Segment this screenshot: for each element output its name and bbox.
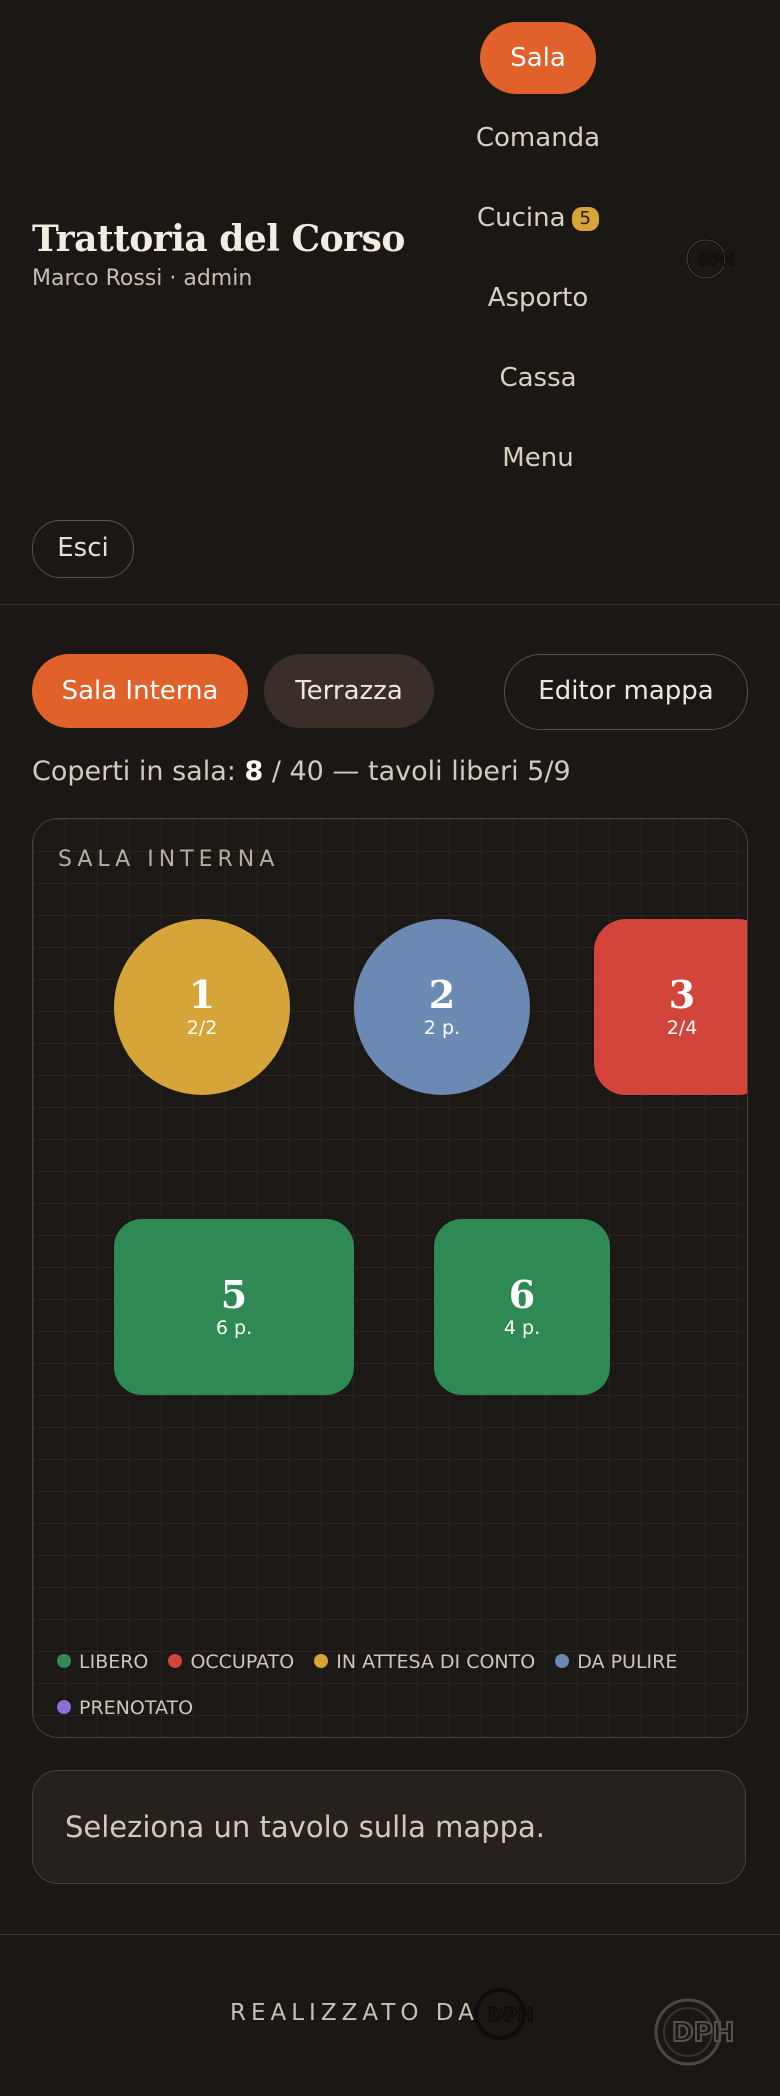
table-3[interactable]: 3 2/4 — [594, 919, 747, 1095]
table-seats: 4 p. — [503, 1317, 541, 1339]
table-number: 3 — [668, 972, 696, 1017]
nav-item-comanda[interactable]: Comanda — [438, 102, 638, 174]
table-number: 1 — [188, 972, 216, 1017]
status-dot-icon — [555, 1653, 570, 1668]
map-editor-button[interactable]: Editor mappa — [504, 654, 748, 730]
status-legend: LIBERO OCCUPATO IN ATTESA DI CONTO DA PU… — [57, 1639, 727, 1731]
nav-item-label: Comanda — [475, 123, 601, 153]
dph-logo-icon: DPH — [685, 238, 735, 280]
svg-text:DPH: DPH — [488, 2004, 534, 2026]
nav-item-sala[interactable]: Sala — [438, 22, 638, 94]
nav-item-label: Cucina — [476, 203, 566, 233]
table-1[interactable]: 1 2/2 — [114, 919, 290, 1095]
legend-label: OCCUPATO — [190, 1651, 295, 1673]
dph-watermark-icon: DPH — [654, 1998, 735, 2066]
legend-label: PRENOTATO — [79, 1697, 194, 1719]
floor-map: SALA INTERNA 1 2/2 2 2 p. 3 2/4 5 6 p. 6… — [32, 818, 748, 1738]
legend-label: IN ATTESA DI CONTO — [336, 1651, 536, 1673]
table-5[interactable]: 5 6 p. — [114, 1219, 354, 1395]
restaurant-name: Trattoria del Corso — [32, 218, 405, 260]
legend-label: LIBERO — [79, 1651, 149, 1673]
legend-label: DA PULIRE — [577, 1651, 678, 1673]
nav-item-asporto[interactable]: Asporto — [438, 262, 638, 334]
room-tabs: Sala Interna Terrazza Editor mappa — [32, 654, 748, 730]
footer-credit: REALIZZATO DA — [230, 2000, 479, 2026]
table-number: 5 — [220, 1272, 248, 1317]
dph-logo-icon: DPH — [474, 1988, 534, 2040]
svg-text:DPH: DPH — [698, 251, 734, 269]
tab-terrazza[interactable]: Terrazza — [264, 654, 434, 728]
nav-item-label: Menu — [502, 443, 574, 473]
cucina-count-badge: 5 — [571, 206, 599, 231]
app-header: Trattoria del Corso Marco Rossi · admin … — [0, 0, 780, 605]
legend-attesa: IN ATTESA DI CONTO — [314, 1639, 535, 1685]
table-seats: 2/2 — [186, 1017, 218, 1039]
table-seats: 2 p. — [423, 1017, 461, 1039]
covers-count: 8 — [244, 756, 264, 787]
user-info: Marco Rossi · admin — [32, 266, 253, 291]
table-6[interactable]: 6 4 p. — [434, 1219, 610, 1395]
nav-item-label: Asporto — [487, 283, 589, 313]
tab-sala-interna[interactable]: Sala Interna — [32, 654, 248, 728]
status-dot-icon — [168, 1653, 183, 1668]
status-dot-icon — [314, 1653, 329, 1668]
legend-libero: LIBERO — [57, 1639, 148, 1685]
legend-pulire: DA PULIRE — [555, 1639, 677, 1685]
nav-item-cucina[interactable]: Cucina 5 — [438, 182, 638, 254]
nav-item-cassa[interactable]: Cassa — [438, 342, 638, 414]
nav-item-label: Cassa — [499, 363, 577, 393]
table-number: 6 — [508, 1272, 536, 1317]
table-detail-panel: Seleziona un tavolo sulla mappa. — [32, 1770, 746, 1884]
legend-occupato: OCCUPATO — [168, 1639, 294, 1685]
nav-item-menu[interactable]: Menu — [438, 422, 638, 494]
footer-divider — [0, 1934, 780, 1935]
covers-prefix: Coperti in sala: — [32, 756, 245, 787]
legend-prenotato: PRENOTATO — [57, 1685, 193, 1731]
covers-suffix: / 40 — tavoli liberi 5/9 — [263, 756, 571, 787]
table-seats: 2/4 — [666, 1017, 698, 1039]
logout-button[interactable]: Esci — [32, 520, 134, 578]
covers-summary: Coperti in sala: 8 / 40 — tavoli liberi … — [32, 756, 571, 787]
map-title: SALA INTERNA — [58, 847, 280, 872]
table-seats: 6 p. — [215, 1317, 253, 1339]
nav-item-label: Sala — [480, 22, 596, 94]
status-dot-icon — [57, 1699, 71, 1714]
table-2[interactable]: 2 2 p. — [354, 919, 530, 1095]
status-dot-icon — [57, 1653, 71, 1668]
svg-text:DPH: DPH — [672, 2018, 734, 2048]
table-number: 2 — [428, 972, 456, 1017]
